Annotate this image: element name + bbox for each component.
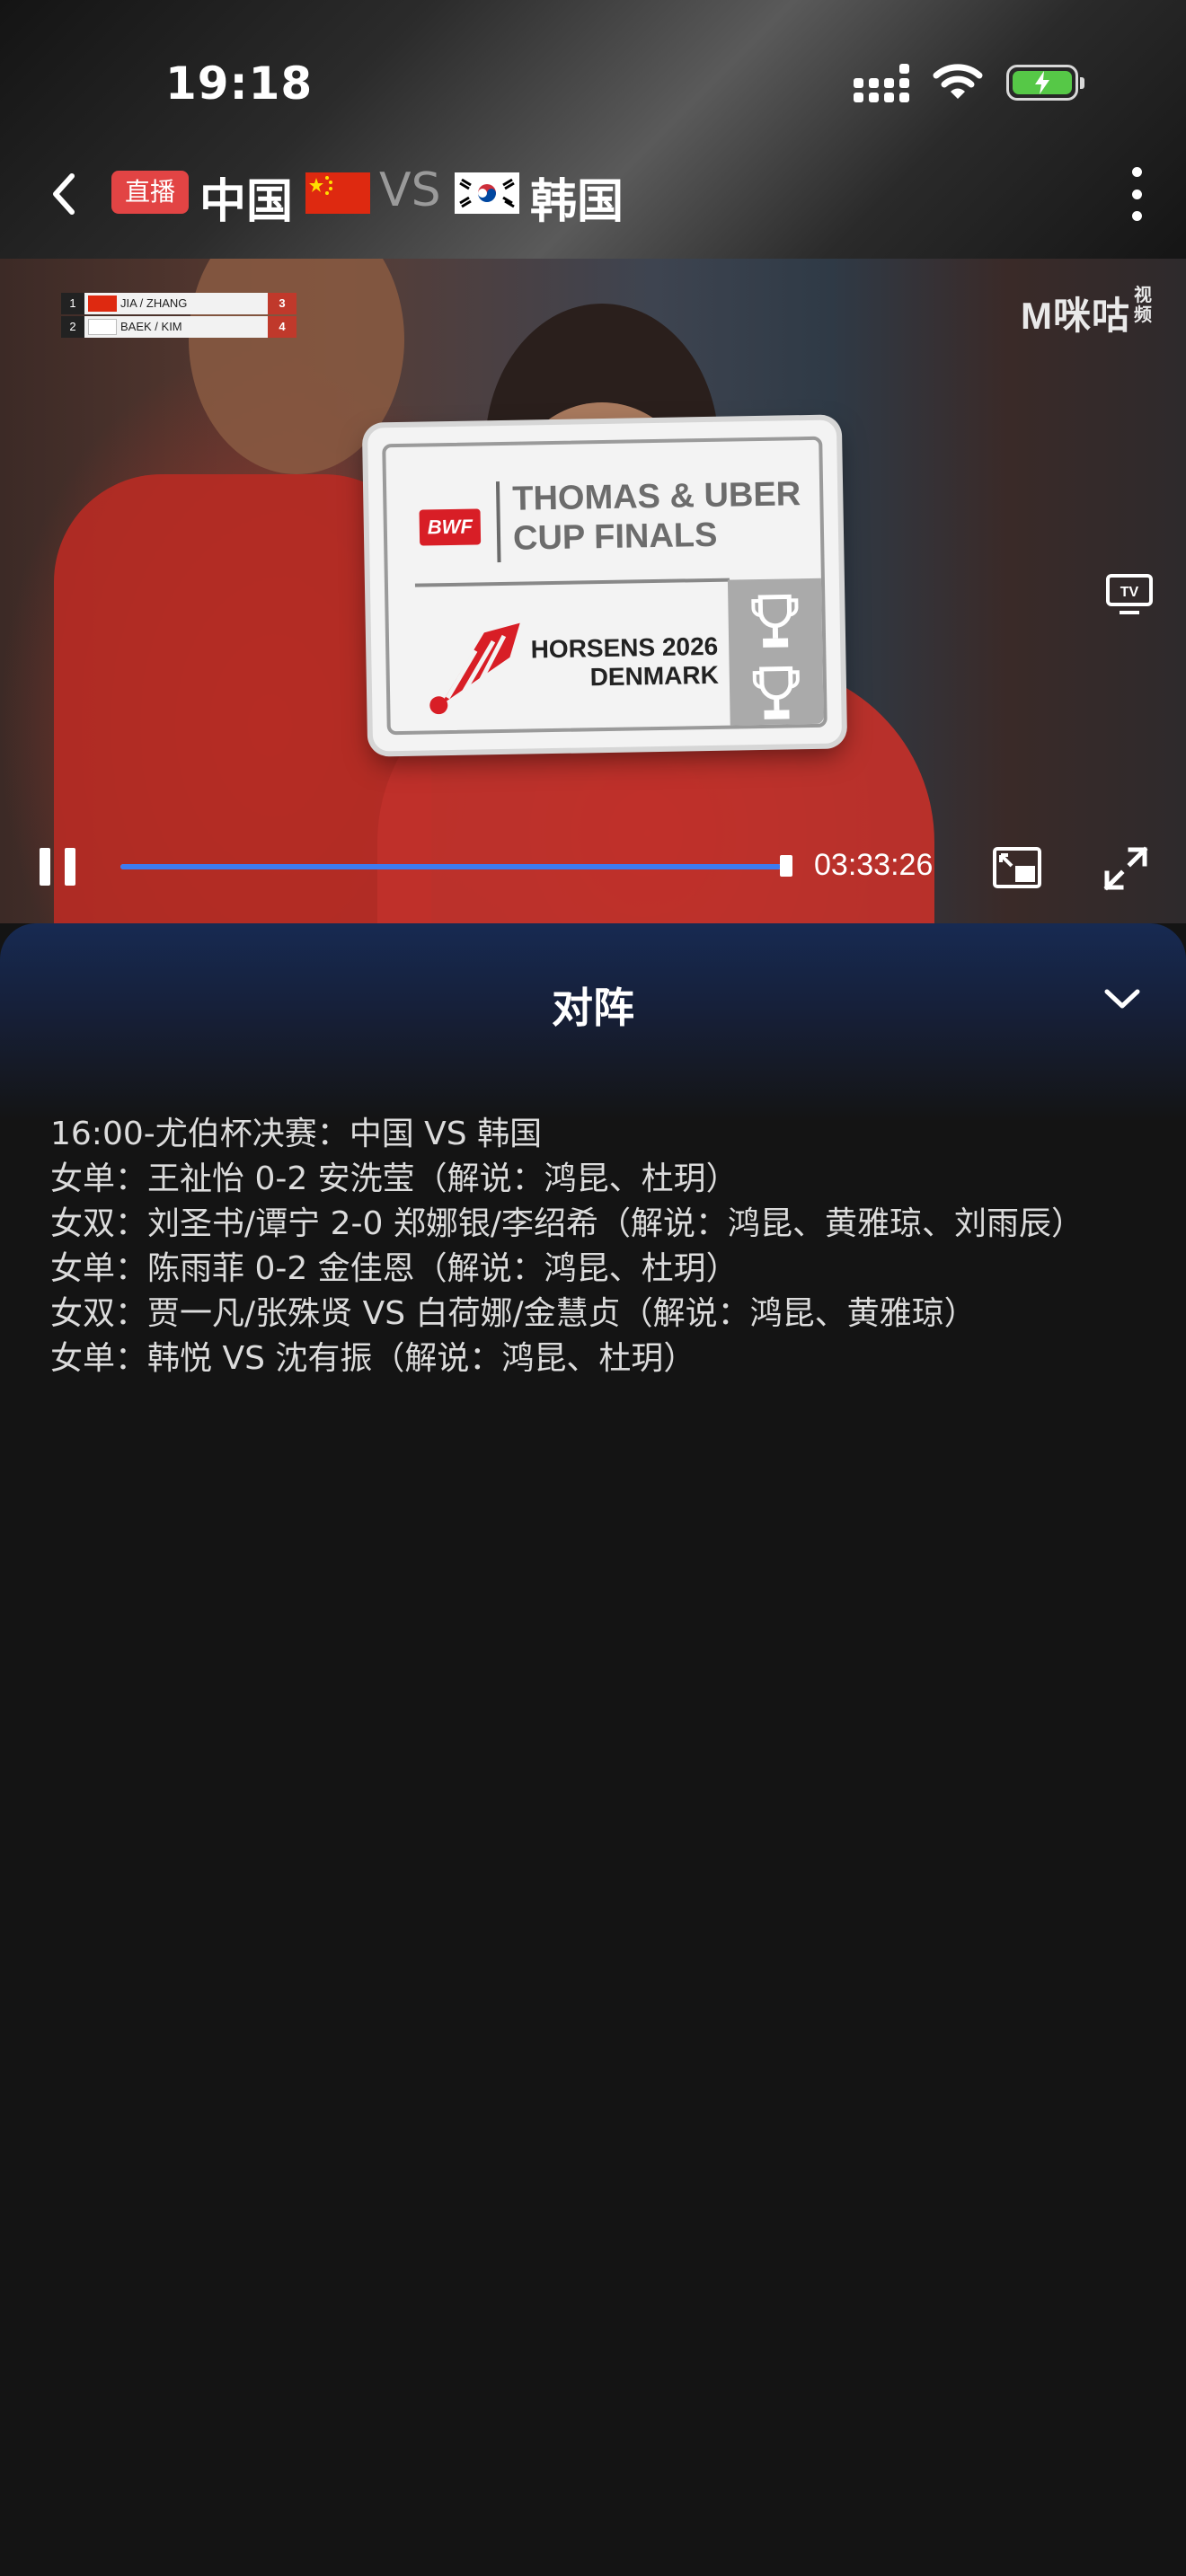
scoreboard-rank: 1: [61, 293, 84, 314]
schedule-line: 女单：王祉怡 0-2 安洗莹（解说：鸿昆、杜玥）: [50, 1160, 739, 1197]
battery-charging-icon: [1006, 65, 1084, 101]
tv-cast-icon[interactable]: TV: [1105, 573, 1154, 616]
progress-handle[interactable]: [780, 855, 792, 877]
match-schedule: 16:00-尤伯杯决赛：中国 VS 韩国 女单：王祉怡 0-2 安洗莹（解说：鸿…: [50, 1112, 1146, 1381]
scoreboard-rank: 2: [61, 316, 84, 338]
tournament-title-line1: THOMAS & UBER: [511, 475, 801, 518]
brand-logo: M咪咕 视频: [1021, 286, 1154, 340]
live-badge: 直播: [111, 171, 189, 214]
schedule-line: 女单：陈雨菲 0-2 金佳恩（解说：鸿昆、杜玥）: [50, 1250, 739, 1287]
korea-flag-icon: [88, 319, 117, 335]
player-controls: 03:33:26: [0, 816, 1186, 923]
fullscreen-icon[interactable]: [1103, 846, 1148, 891]
lineup-sheet: 对阵 16:00-尤伯杯决赛：中国 VS 韩国 女单：王祉怡 0-2 安洗莹（解…: [0, 923, 1186, 2576]
top-bar: 19:18 直播 中国 VS 韩国: [0, 0, 1186, 259]
scoreboard: 1 JIA / ZHANG 3 2 BAEK / KIM 4: [61, 293, 296, 338]
host-city: HORSENS 2026 DENMARK: [524, 632, 719, 693]
tournament-title-line2: CUP FINALS: [512, 516, 718, 558]
video-player[interactable]: 1 JIA / ZHANG 3 2 BAEK / KIM 4 M咪咕 视频 BWF…: [0, 259, 1186, 923]
trophy-icon: [751, 594, 799, 648]
scoreboard-row: 2 BAEK / KIM 4: [61, 316, 296, 338]
schedule-line: 16:00-尤伯杯决赛：中国 VS 韩国: [50, 1116, 543, 1152]
schedule-line: 女双：刘圣书/谭宁 2-0 郑娜银/李绍希（解说：鸿昆、黄雅琼、刘雨辰）: [50, 1205, 1084, 1242]
tournament-graphic-frame: BWF THOMAS & UBER CUP FINALS HORSENS 202…: [382, 436, 828, 736]
scoreboard-score: 3: [268, 293, 296, 314]
picture-in-picture-icon[interactable]: [992, 846, 1042, 889]
progress-bar[interactable]: [120, 864, 787, 869]
progress-fill: [120, 864, 781, 869]
signal-icon: [854, 63, 909, 102]
bwf-logo: BWF: [419, 508, 482, 546]
wifi-icon: [933, 64, 983, 99]
china-flag-icon: [305, 172, 370, 214]
vs-label: VS: [379, 163, 441, 217]
trophy-icon: [752, 666, 800, 719]
pause-icon[interactable]: [40, 848, 75, 886]
brand-name: M咪咕: [1021, 295, 1130, 337]
scoreboard-team: BAEK / KIM: [84, 316, 268, 338]
host-city-line2: DENMARK: [589, 660, 720, 692]
more-vertical-icon[interactable]: [1128, 167, 1145, 221]
status-icons: [854, 63, 1084, 102]
scoreboard-team: JIA / ZHANG: [84, 293, 268, 314]
divider: [414, 578, 730, 587]
status-time: 19:18: [165, 57, 314, 110]
svg-text:TV: TV: [1120, 585, 1139, 600]
trophy-panel: [727, 578, 824, 726]
tournament-graphic: BWF THOMAS & UBER CUP FINALS HORSENS 202…: [367, 419, 843, 752]
chevron-left-icon[interactable]: [43, 167, 88, 221]
team-b-name: 韩国: [530, 175, 624, 229]
scoreboard-player-names: BAEK / KIM: [120, 320, 182, 333]
elapsed-time: 03:33:26: [814, 848, 934, 882]
title-bar: 直播 中国 VS 韩国: [0, 162, 1186, 229]
korea-flag-icon: [455, 172, 519, 214]
host-city-line1: HORSENS 2026: [530, 631, 719, 664]
scoreboard-player-names: JIA / ZHANG: [120, 296, 188, 310]
schedule-line: 女单：韩悦 VS 沈有振（解说：鸿昆、杜玥）: [50, 1340, 696, 1377]
scoreboard-row: 1 JIA / ZHANG 3: [61, 293, 296, 314]
team-a-name: 中国: [199, 175, 294, 229]
brand-sub: 视频: [1134, 286, 1153, 325]
sheet-title: 对阵: [552, 984, 634, 1032]
tournament-title: THOMAS & UBER CUP FINALS: [512, 474, 801, 559]
chevron-down-icon[interactable]: [1100, 981, 1145, 1017]
china-flag-icon: [88, 296, 117, 312]
shuttlecock-icon: [429, 622, 520, 715]
schedule-line: 女双：贾一凡/张殊贤 VS 白荷娜/金慧贞（解说：鸿昆、黄雅琼）: [50, 1295, 977, 1332]
divider: [495, 481, 501, 563]
scoreboard-score: 4: [268, 316, 296, 338]
